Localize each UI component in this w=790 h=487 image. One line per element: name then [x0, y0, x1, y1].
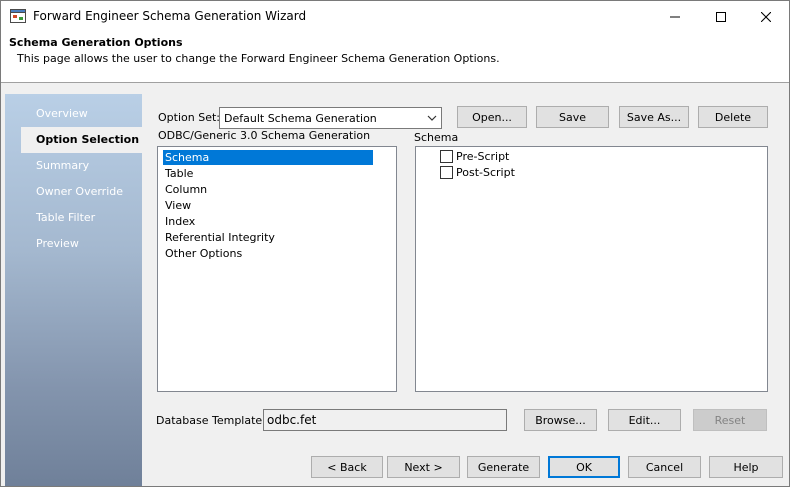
wizard-nav: Overview Option Selection Summary Owner …	[5, 94, 142, 486]
database-template-value: odbc.fet	[267, 413, 317, 427]
list-item-referential-integrity[interactable]: Referential Integrity	[163, 230, 275, 245]
app-icon	[10, 9, 26, 23]
delete-button[interactable]: Delete	[698, 106, 768, 128]
post-script-checkbox[interactable]	[440, 166, 453, 179]
cancel-button[interactable]: Cancel	[628, 456, 701, 478]
chevron-down-icon	[427, 115, 437, 121]
post-script-option[interactable]: Post-Script	[440, 165, 515, 180]
save-as-button[interactable]: Save As...	[619, 106, 689, 128]
wizard-window: Forward Engineer Schema Generation Wizar…	[0, 0, 790, 487]
reset-button[interactable]: Reset	[693, 409, 767, 431]
option-set-value: Default Schema Generation	[224, 112, 377, 125]
maximize-button[interactable]	[698, 1, 744, 32]
pre-script-label: Pre-Script	[456, 150, 510, 163]
nav-item-owner-override[interactable]: Owner Override	[21, 179, 142, 205]
category-list-label: ODBC/Generic 3.0 Schema Generation	[158, 129, 371, 142]
title-bar[interactable]: Forward Engineer Schema Generation Wizar…	[1, 1, 789, 32]
list-item-schema[interactable]: Schema	[163, 150, 373, 165]
page-description: This page allows the user to change the …	[17, 52, 500, 65]
database-template-field[interactable]: odbc.fet	[263, 409, 507, 431]
help-button[interactable]: Help	[709, 456, 783, 478]
list-item-table[interactable]: Table	[163, 166, 193, 181]
close-button[interactable]	[743, 1, 789, 32]
list-item-column[interactable]: Column	[163, 182, 207, 197]
nav-item-table-filter[interactable]: Table Filter	[21, 205, 142, 231]
list-item-other-options[interactable]: Other Options	[163, 246, 242, 261]
nav-item-overview[interactable]: Overview	[21, 101, 142, 127]
category-list[interactable]: Schema Table Column View Index Referenti…	[157, 146, 397, 392]
option-set-label: Option Set:	[158, 111, 220, 124]
open-button[interactable]: Open...	[457, 106, 527, 128]
window-title: Forward Engineer Schema Generation Wizar…	[33, 9, 307, 23]
nav-item-option-selection[interactable]: Option Selection	[21, 127, 142, 153]
post-script-label: Post-Script	[456, 166, 515, 179]
pre-script-option[interactable]: Pre-Script	[440, 149, 509, 164]
next-button[interactable]: Next >	[387, 456, 460, 478]
database-template-label: Database Template:	[156, 414, 266, 427]
list-item-view[interactable]: View	[163, 198, 191, 213]
close-icon	[761, 11, 771, 22]
option-set-dropdown[interactable]: Default Schema Generation	[219, 107, 442, 129]
back-button[interactable]: < Back	[311, 456, 383, 478]
minimize-button[interactable]	[652, 1, 698, 32]
page-title: Schema Generation Options	[9, 36, 183, 49]
nav-item-preview[interactable]: Preview	[21, 231, 142, 257]
wizard-header: Schema Generation Options This page allo…	[1, 32, 789, 83]
edit-button[interactable]: Edit...	[608, 409, 681, 431]
schema-panel-label: Schema	[414, 131, 459, 144]
list-item-index[interactable]: Index	[163, 214, 195, 229]
browse-button[interactable]: Browse...	[524, 409, 597, 431]
maximize-icon	[716, 11, 726, 22]
schema-options-panel: Pre-Script Post-Script	[415, 146, 768, 392]
pre-script-checkbox[interactable]	[440, 150, 453, 163]
save-button[interactable]: Save	[536, 106, 609, 128]
ok-button[interactable]: OK	[548, 456, 620, 478]
minimize-icon	[670, 16, 680, 17]
nav-item-summary[interactable]: Summary	[21, 153, 142, 179]
generate-button[interactable]: Generate	[467, 456, 540, 478]
